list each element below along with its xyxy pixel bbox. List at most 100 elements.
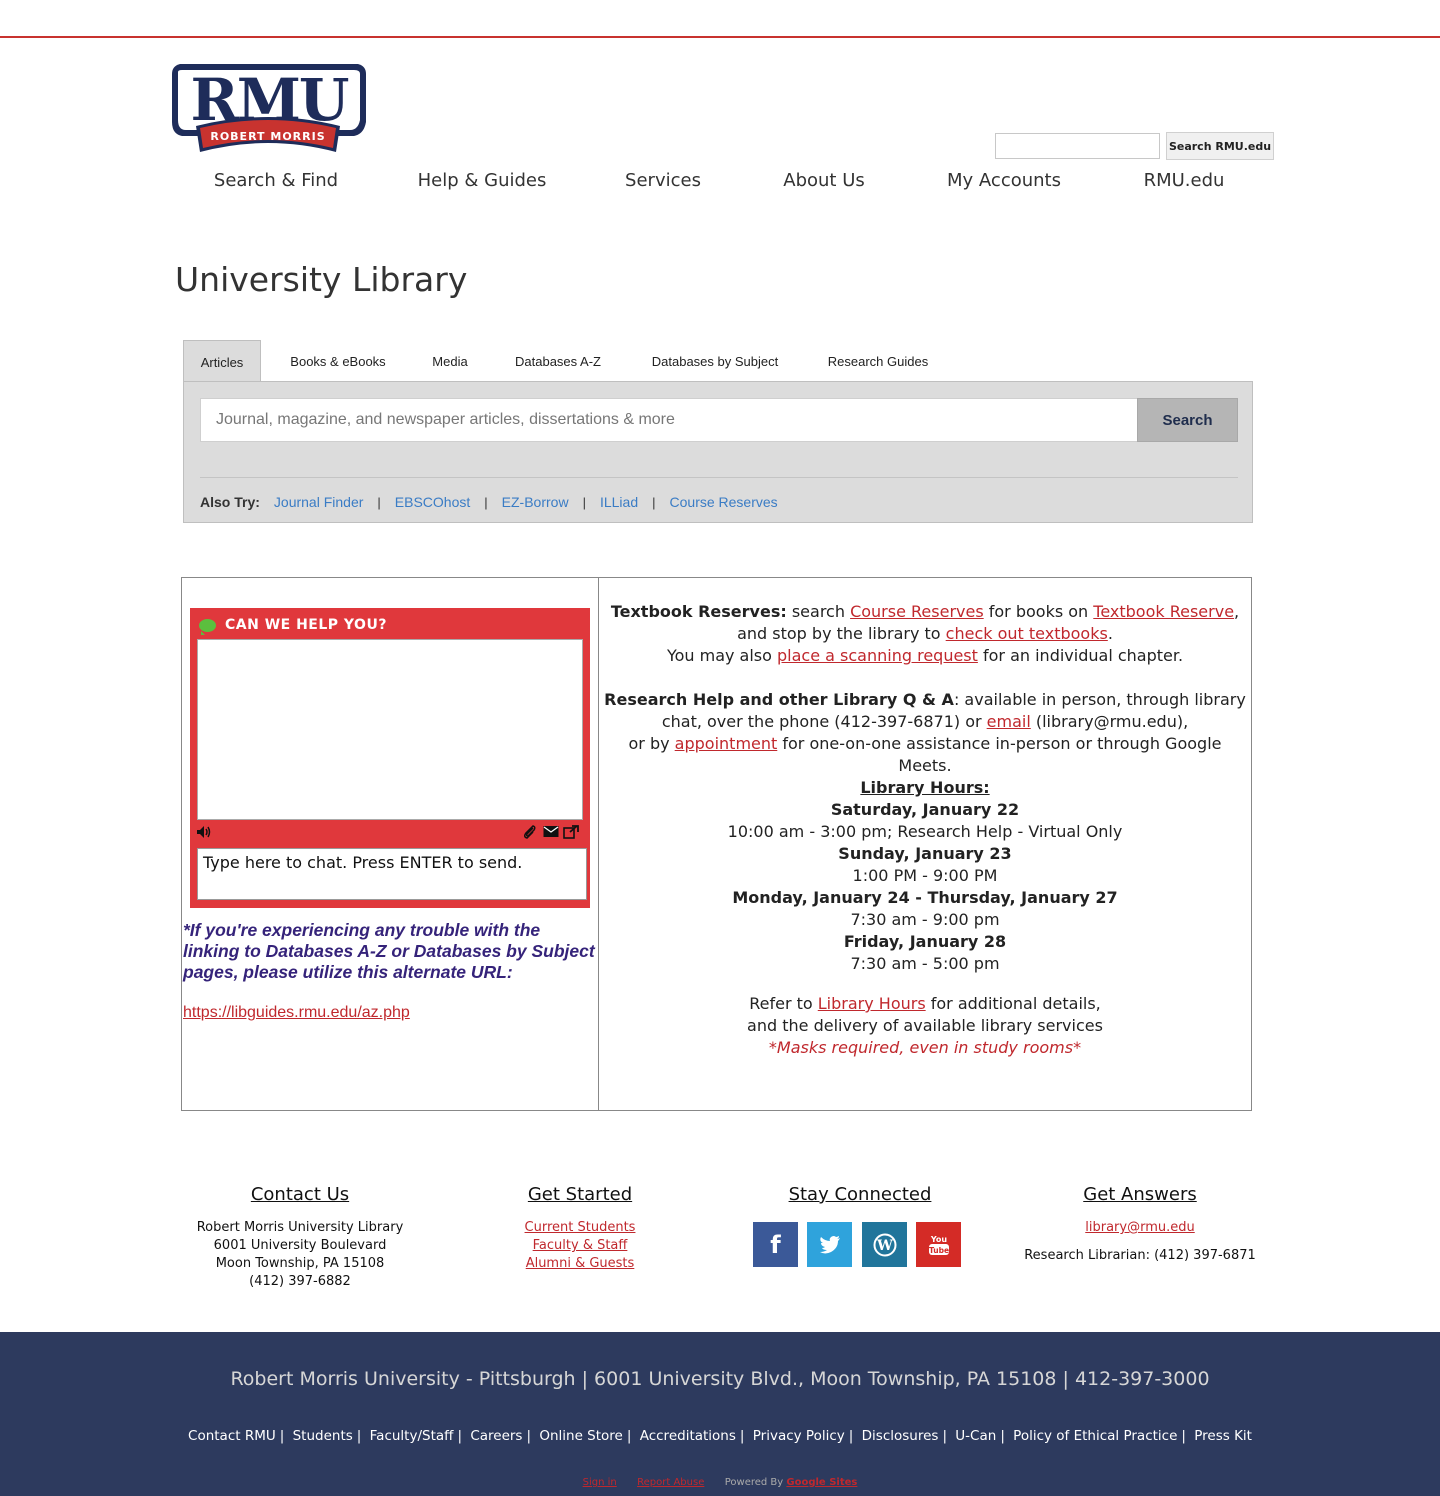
footer-heading[interactable]: Get Answers bbox=[1000, 1184, 1280, 1205]
footer-link-ethical-practice[interactable]: Policy of Ethical Practice bbox=[1013, 1428, 1177, 1444]
textbook-text: for books on bbox=[983, 602, 1094, 621]
external-link-icon[interactable] bbox=[563, 825, 579, 843]
nav-item-my-accounts[interactable]: My Accounts bbox=[947, 170, 1061, 191]
footer-link-faculty-staff[interactable]: Faculty/Staff bbox=[370, 1428, 454, 1444]
report-abuse-link[interactable]: Report Abuse bbox=[637, 1477, 704, 1488]
chat-header: CAN WE HELP YOU? bbox=[190, 608, 590, 640]
footer-link-accreditations[interactable]: Accreditations bbox=[640, 1428, 736, 1444]
contact-line: (412) 397-6882 bbox=[249, 1274, 351, 1289]
site-search-input[interactable] bbox=[995, 133, 1160, 159]
footer-link-press-kit[interactable]: Press Kit bbox=[1194, 1428, 1252, 1444]
tab-research-guides[interactable]: Research Guides bbox=[813, 340, 943, 382]
wordpress-icon[interactable]: W bbox=[862, 1222, 907, 1267]
research-text: or by bbox=[628, 734, 675, 753]
email-link[interactable]: email bbox=[987, 712, 1031, 731]
nav-item-search-find[interactable]: Search & Find bbox=[214, 170, 338, 191]
link-ebscohost[interactable]: EBSCOhost bbox=[395, 494, 470, 510]
hours-time: 10:00 am - 3:00 pm; Research Help - Virt… bbox=[727, 822, 1123, 841]
footer-link-privacy-policy[interactable]: Privacy Policy bbox=[753, 1428, 845, 1444]
chat-log[interactable] bbox=[197, 639, 583, 820]
footer-contact-us: Contact Us Robert Morris University Libr… bbox=[160, 1184, 440, 1291]
research-text: (library@rmu.edu), bbox=[1030, 712, 1189, 731]
paperclip-icon[interactable] bbox=[523, 825, 537, 843]
speaker-icon[interactable] bbox=[196, 825, 212, 843]
link-illiad[interactable]: ILLiad bbox=[600, 494, 638, 510]
hours-time: 7:30 am - 5:00 pm bbox=[850, 954, 1000, 973]
chat-bubble-icon bbox=[199, 619, 216, 635]
library-email-link[interactable]: library@rmu.edu bbox=[1000, 1219, 1280, 1237]
footer-links: Contact RMU | Students | Faculty/Staff | Ca… bbox=[188, 1428, 1252, 1444]
tab-books-ebooks[interactable]: Books & eBooks bbox=[275, 340, 401, 382]
article-search-input[interactable]: Journal, magazine, and newspaper article… bbox=[200, 398, 1138, 442]
course-reserves-link[interactable]: Course Reserves bbox=[850, 602, 984, 621]
envelope-icon[interactable] bbox=[543, 825, 559, 842]
footer-heading[interactable]: Stay Connected bbox=[720, 1184, 1000, 1205]
masks-notice: *Masks required, even in study rooms* bbox=[768, 1038, 1082, 1057]
facebook-icon[interactable]: f bbox=[753, 1222, 798, 1267]
link-faculty-staff[interactable]: Faculty & Staff bbox=[440, 1237, 720, 1255]
footer-heading[interactable]: Contact Us bbox=[160, 1184, 440, 1205]
svg-text:ROBERT MORRIS: ROBERT MORRIS bbox=[210, 130, 325, 143]
chat-title: CAN WE HELP YOU? bbox=[225, 617, 387, 633]
hours-time: 1:00 PM - 9:00 PM bbox=[852, 866, 998, 885]
link-journal-finder[interactable]: Journal Finder bbox=[274, 494, 364, 510]
main-nav: Search & Find Help & Guides Services Abo… bbox=[175, 170, 1275, 200]
contact-line: 6001 University Boulevard bbox=[213, 1238, 387, 1253]
link-ez-borrow[interactable]: EZ-Borrow bbox=[502, 494, 569, 510]
nav-item-about-us[interactable]: About Us bbox=[783, 170, 865, 191]
footer-link-disclosures[interactable]: Disclosures bbox=[862, 1428, 939, 1444]
link-alumni-guests[interactable]: Alumni & Guests bbox=[440, 1255, 720, 1273]
google-sites-link[interactable]: Google Sites bbox=[786, 1477, 857, 1488]
alternate-url-link[interactable]: https://libguides.rmu.edu/az.php bbox=[183, 1004, 410, 1022]
textbook-reserve-link[interactable]: Textbook Reserve bbox=[1093, 602, 1234, 621]
also-try-row: Also Try: Journal Finder | EBSCOhost | E… bbox=[200, 494, 778, 510]
svg-text:You: You bbox=[929, 1235, 947, 1244]
refer-text: for additional details, bbox=[925, 994, 1101, 1013]
site-footer bbox=[0, 1332, 1440, 1496]
tab-media[interactable]: Media bbox=[419, 340, 481, 382]
youtube-icon[interactable]: You Tube bbox=[916, 1222, 961, 1267]
divider bbox=[200, 477, 1238, 478]
footer-get-started: Get Started Current Students Faculty & S… bbox=[440, 1184, 720, 1273]
rmu-logo[interactable]: RMU ROBERT MORRIS TM bbox=[168, 60, 368, 156]
footer-link-students[interactable]: Students bbox=[293, 1428, 353, 1444]
trouble-note: *If you're experiencing any trouble with… bbox=[183, 920, 595, 982]
footer-link-u-can[interactable]: U-Can bbox=[955, 1428, 996, 1444]
separator: | bbox=[377, 494, 381, 510]
chat-toolbar bbox=[190, 822, 590, 844]
textbook-reserves-info: Textbook Reserves: search Course Reserve… bbox=[600, 601, 1250, 667]
tab-articles[interactable]: Articles bbox=[183, 340, 261, 383]
footer-link-online-store[interactable]: Online Store bbox=[539, 1428, 623, 1444]
contact-line: Moon Township, PA 15108 bbox=[215, 1256, 385, 1271]
footer-link-careers[interactable]: Careers bbox=[470, 1428, 522, 1444]
scan-text: You may also bbox=[666, 646, 778, 665]
hours-title: Library Hours: bbox=[860, 778, 990, 797]
tab-databases-by-subject[interactable]: Databases by Subject bbox=[635, 340, 795, 382]
contact-line: Robert Morris University Library bbox=[196, 1220, 404, 1235]
twitter-icon[interactable] bbox=[807, 1222, 852, 1267]
footer-link-contact-rmu[interactable]: Contact RMU bbox=[188, 1428, 276, 1444]
separator: | bbox=[652, 494, 656, 510]
chat-input[interactable]: Type here to chat. Press ENTER to send. bbox=[197, 848, 587, 900]
check-out-textbooks-link[interactable]: check out textbooks bbox=[946, 624, 1108, 643]
chat-input-placeholder: Type here to chat. Press ENTER to send. bbox=[203, 853, 523, 872]
research-librarian-phone: Research Librarian: (412) 397-6871 bbox=[1024, 1248, 1256, 1263]
link-current-students[interactable]: Current Students bbox=[440, 1219, 720, 1237]
link-course-reserves[interactable]: Course Reserves bbox=[670, 494, 778, 510]
appointment-link[interactable]: appointment bbox=[675, 734, 778, 753]
research-text: for one-on-one assistance in-person or t… bbox=[777, 734, 1222, 775]
library-hours-link[interactable]: Library Hours bbox=[818, 994, 926, 1013]
sign-in-link[interactable]: Sign in bbox=[583, 1477, 617, 1488]
footer-heading[interactable]: Get Started bbox=[440, 1184, 720, 1205]
tab-databases-az[interactable]: Databases A-Z bbox=[501, 340, 615, 382]
content-column-divider bbox=[598, 577, 599, 1111]
textbook-text: search bbox=[786, 602, 851, 621]
refer-text: and the delivery of available library se… bbox=[747, 1016, 1103, 1035]
scanning-request-link[interactable]: place a scanning request bbox=[777, 646, 978, 665]
search-button[interactable]: Search bbox=[1137, 398, 1238, 442]
nav-item-help-guides[interactable]: Help & Guides bbox=[418, 170, 547, 191]
site-search-button[interactable]: Search RMU.edu bbox=[1166, 132, 1274, 160]
nav-item-rmu-edu[interactable]: RMU.edu bbox=[1144, 170, 1225, 191]
nav-item-services[interactable]: Services bbox=[625, 170, 701, 191]
footer-get-answers: Get Answers library@rmu.edu Research Lib… bbox=[1000, 1184, 1280, 1265]
